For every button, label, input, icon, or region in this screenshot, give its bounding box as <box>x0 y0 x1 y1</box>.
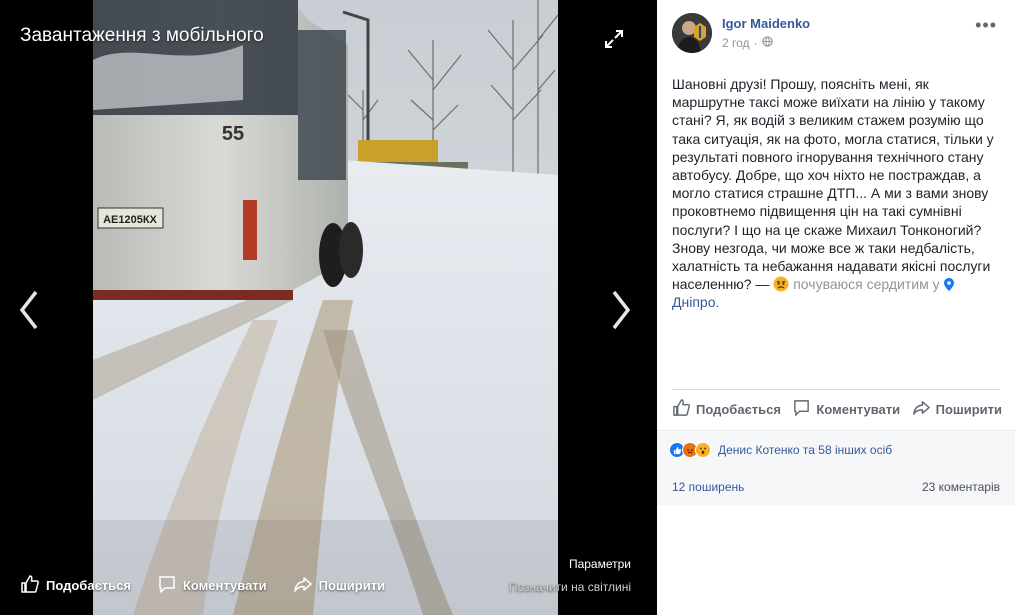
viewer-comment-button[interactable]: Коментувати <box>157 574 267 597</box>
share-icon <box>912 398 931 420</box>
photo-viewer: АЕ1205КХ 55 Завантаження з мобільного По… <box>0 0 657 615</box>
author-name[interactable]: Igor Maidenko <box>722 16 810 31</box>
reaction-icons <box>669 442 711 458</box>
comments-count[interactable]: 23 коментарів <box>922 480 1000 494</box>
post-actions: Подобається Коментувати Поширити <box>672 398 1002 420</box>
engagement-counts: 12 поширень 23 коментарів <box>672 480 1000 494</box>
post-meta: 2 год · <box>722 36 810 50</box>
location-link[interactable]: Дніпро. <box>672 294 719 310</box>
bus-plate: АЕ1205КХ <box>103 214 157 226</box>
viewer-share-label: Поширити <box>318 578 386 593</box>
globe-icon[interactable] <box>761 36 773 50</box>
viewer-like-button[interactable]: Подобається <box>20 574 131 597</box>
share-label: Поширити <box>935 401 1002 417</box>
viewer-actions: Подобається Коментувати Поширити <box>20 574 385 597</box>
viewer-like-label: Подобається <box>46 578 131 593</box>
post-time[interactable]: 2 год <box>722 36 750 50</box>
expand-icon[interactable] <box>603 28 625 50</box>
bus-in-snow-photo: АЕ1205КХ 55 <box>93 0 558 615</box>
chevron-left-icon[interactable] <box>14 288 44 332</box>
post-header: Igor Maidenko 2 год · <box>672 13 810 53</box>
reactions-text[interactable]: Денис Котенко та 58 інших осіб <box>718 443 892 457</box>
comment-icon <box>157 574 177 597</box>
angry-emoji-icon <box>773 276 789 292</box>
share-icon <box>293 574 313 597</box>
bus-route-number: 55 <box>222 123 244 145</box>
meta-separator: · <box>753 36 758 50</box>
photo: АЕ1205КХ 55 <box>93 0 558 615</box>
location-pin-icon <box>943 276 954 292</box>
reactions-summary[interactable]: Денис Котенко та 58 інших осіб <box>669 442 892 458</box>
thumbs-up-icon <box>20 574 40 597</box>
reactions-area: Денис Котенко та 58 інших осіб 12 пошире… <box>657 430 1015 505</box>
author-block: Igor Maidenko 2 год · <box>722 13 810 53</box>
thumbs-up-icon <box>672 398 691 420</box>
viewer-title: Завантаження з мобільного <box>20 25 264 46</box>
viewer-comment-label: Коментувати <box>182 578 267 593</box>
params-link[interactable]: Параметри <box>569 557 631 571</box>
share-button[interactable]: Поширити <box>912 398 1002 420</box>
post-body: Шановні друзі! Прошу, поясніть мені, як … <box>672 76 994 293</box>
actions-divider <box>672 389 1000 390</box>
comment-icon <box>792 398 811 420</box>
feeling-text: почуваюся сердитим у <box>793 276 940 293</box>
like-button[interactable]: Подобається <box>672 398 781 420</box>
shares-count[interactable]: 12 поширень <box>672 480 744 494</box>
post-panel: Igor Maidenko 2 год · ••• Шановні друзі!… <box>657 0 1015 615</box>
viewer-share-button[interactable]: Поширити <box>293 574 385 597</box>
comment-button[interactable]: Коментувати <box>792 398 900 420</box>
comment-label: Коментувати <box>816 401 901 417</box>
more-icon[interactable]: ••• <box>975 15 997 36</box>
post-text: Шановні друзі! Прошу, поясніть мені, як … <box>672 75 1000 312</box>
chevron-right-icon[interactable] <box>606 288 636 332</box>
like-label: Подобається <box>696 401 781 417</box>
avatar[interactable] <box>672 13 712 53</box>
wow-reaction-icon <box>695 442 711 458</box>
tag-photo-link[interactable]: Позначити на світлині <box>509 580 631 594</box>
